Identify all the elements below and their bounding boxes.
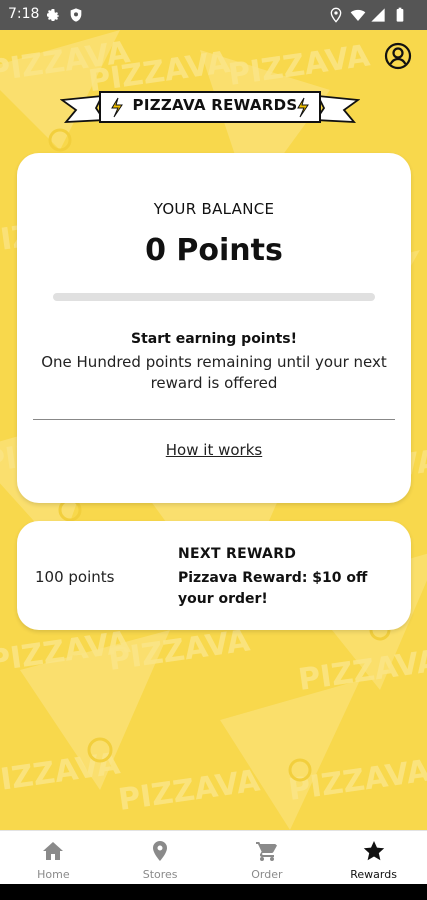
location-pin-icon xyxy=(153,841,168,861)
nav-item-order[interactable]: Order xyxy=(214,831,321,885)
nav-label-stores: Stores xyxy=(142,868,178,881)
nav-label-rewards: Rewards xyxy=(350,868,397,881)
nav-item-home[interactable]: Home xyxy=(0,831,107,885)
divider xyxy=(33,419,395,420)
nav-label-order: Order xyxy=(251,868,283,881)
how-it-works-link[interactable]: How it works xyxy=(17,441,411,459)
cart-icon xyxy=(255,842,277,861)
nav-item-rewards[interactable]: Rewards xyxy=(320,831,427,885)
nav-label-home: Home xyxy=(37,868,70,881)
next-reward-label: NEXT REWARD xyxy=(178,546,297,562)
location-icon xyxy=(330,7,342,23)
rewards-title: PIZZAVA REWARDS xyxy=(132,96,298,114)
settings-gear-icon xyxy=(47,9,59,21)
earn-title: Start earning points! xyxy=(131,331,297,347)
battery-icon xyxy=(396,7,404,22)
status-bar: 7:18 xyxy=(0,0,427,30)
wifi-icon xyxy=(350,9,366,21)
points-progress-bar xyxy=(53,293,375,301)
svg-text:PIZZAVA: PIZZAVA xyxy=(116,763,262,818)
balance-card: YOUR BALANCE 0 Points Start earning poin… xyxy=(17,153,411,503)
next-reward-card[interactable]: 100 points NEXT REWARD Pizzava Reward: $… xyxy=(17,521,411,630)
signal-icon xyxy=(371,8,385,22)
svg-text:PIZZAVA: PIZZAVA xyxy=(0,746,123,801)
svg-text:PIZZAVA: PIZZAVA xyxy=(106,623,252,678)
balance-label: YOUR BALANCE xyxy=(153,200,275,218)
star-icon xyxy=(363,841,384,861)
status-time: 7:18 xyxy=(8,6,40,22)
profile-icon[interactable] xyxy=(384,42,412,70)
points-value: 0 Points xyxy=(145,233,283,268)
shield-icon xyxy=(70,8,82,22)
bottom-nav: Home Stores Order Rewards xyxy=(0,830,427,885)
reward-points: 100 points xyxy=(35,568,115,586)
home-icon xyxy=(43,842,64,860)
system-nav-bar xyxy=(0,884,427,900)
earn-description: One Hundred points remaining until your … xyxy=(41,353,387,392)
nav-item-stores[interactable]: Stores xyxy=(107,831,214,885)
next-reward-description: Pizzava Reward: $10 off your order! xyxy=(178,570,368,607)
